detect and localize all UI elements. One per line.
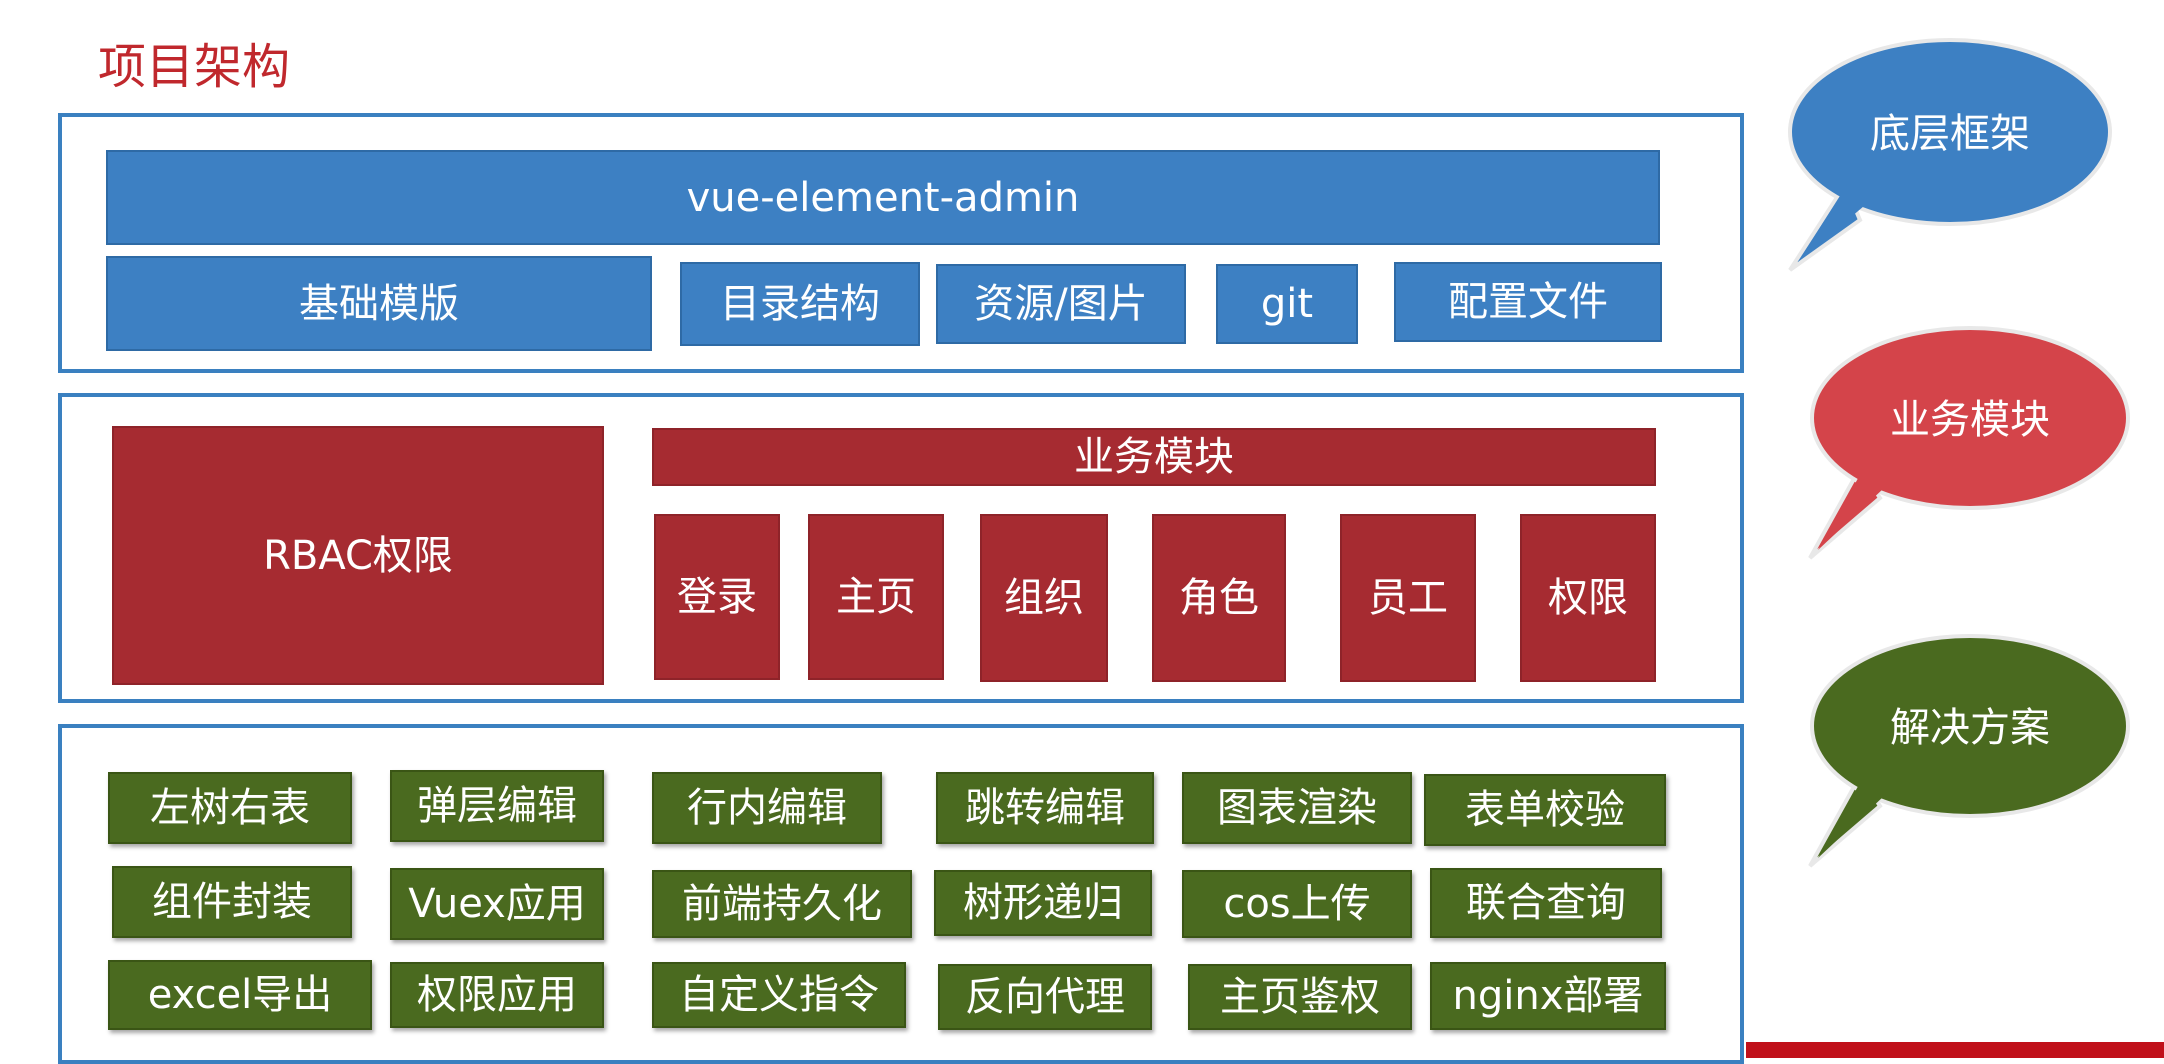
bubble-solutions-label: 解决方案: [1890, 705, 2050, 751]
solution-item: Vuex应用: [390, 868, 604, 940]
bubble-foundation-label: 底层框架: [1870, 111, 2030, 157]
module-login: 登录: [654, 514, 780, 680]
config-files-block: 配置文件: [1394, 262, 1662, 342]
vue-element-admin-block: vue-element-admin: [106, 150, 1660, 245]
solution-item: 行内编辑: [652, 772, 882, 844]
solution-item: 反向代理: [938, 964, 1152, 1030]
corner-banner: [1746, 1042, 2164, 1058]
solution-item: 自定义指令: [652, 962, 906, 1028]
solution-item: 弹层编辑: [390, 770, 604, 842]
solution-item: 图表渲染: [1182, 772, 1412, 844]
rbac-block: RBAC权限: [112, 426, 604, 685]
business-modules-header: 业务模块: [652, 428, 1656, 486]
bubble-foundation: 底层框架: [1788, 38, 2112, 272]
bubble-business: 业务模块: [1808, 326, 2130, 560]
module-permission: 权限: [1520, 514, 1656, 682]
bubble-solutions: 解决方案: [1808, 634, 2130, 868]
solution-item: excel导出: [108, 960, 372, 1030]
solution-item: 树形递归: [934, 870, 1152, 936]
solution-item: cos上传: [1182, 870, 1412, 938]
solution-item: nginx部署: [1430, 962, 1666, 1030]
module-employee: 员工: [1340, 514, 1476, 682]
directory-structure-block: 目录结构: [680, 262, 920, 346]
solution-item: 主页鉴权: [1188, 964, 1412, 1030]
bubble-business-label: 业务模块: [1890, 397, 2050, 443]
module-home: 主页: [808, 514, 944, 680]
solution-item: 前端持久化: [652, 870, 912, 938]
module-role: 角色: [1152, 514, 1286, 682]
solution-item: 组件封装: [112, 866, 352, 938]
solution-item: 跳转编辑: [936, 772, 1154, 844]
solution-item: 权限应用: [390, 962, 604, 1028]
diagram-title: 项目架构: [98, 39, 291, 95]
module-organization: 组织: [980, 514, 1108, 682]
solution-item: 左树右表: [108, 772, 352, 844]
basic-template-block: 基础模版: [106, 256, 652, 351]
solution-item: 表单校验: [1424, 774, 1666, 846]
resources-images-block: 资源/图片: [936, 264, 1186, 344]
git-block: git: [1216, 264, 1358, 344]
solution-item: 联合查询: [1430, 868, 1662, 938]
